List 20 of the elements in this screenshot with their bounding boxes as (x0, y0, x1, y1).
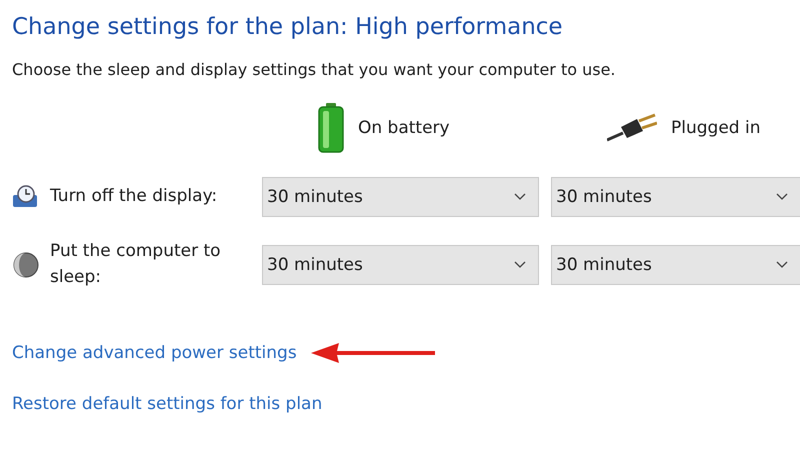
column-header: On battery (358, 118, 450, 138)
plug-icon (607, 113, 657, 143)
link[interactable]: Change advanced power settings (12, 343, 297, 363)
link[interactable]: Restore default settings for this plan (12, 394, 322, 414)
dropdown[interactable]: 30 minutes (262, 177, 539, 217)
dropdown[interactable]: 30 minutes (262, 244, 539, 284)
chevron-down-icon (514, 193, 526, 201)
setting-label: Turn off the display: (50, 185, 218, 208)
dropdown[interactable]: 30 minutes (551, 177, 800, 217)
moon-icon (12, 250, 40, 278)
chevron-down-icon (514, 260, 526, 268)
dropdown[interactable]: 30 minutes (551, 244, 800, 284)
description-text: Choose the sleep and display settings that you want your computer to use. (12, 60, 617, 79)
chevron-down-icon (776, 193, 788, 201)
chevron-down-icon (776, 260, 788, 268)
column-header: Plugged in (671, 118, 760, 138)
battery-icon (318, 103, 344, 153)
monitor-clock-icon (12, 185, 40, 209)
setting-label: Put the computer to sleep: (50, 240, 222, 288)
page-title: Change settings for the plan: High performance (12, 14, 564, 40)
